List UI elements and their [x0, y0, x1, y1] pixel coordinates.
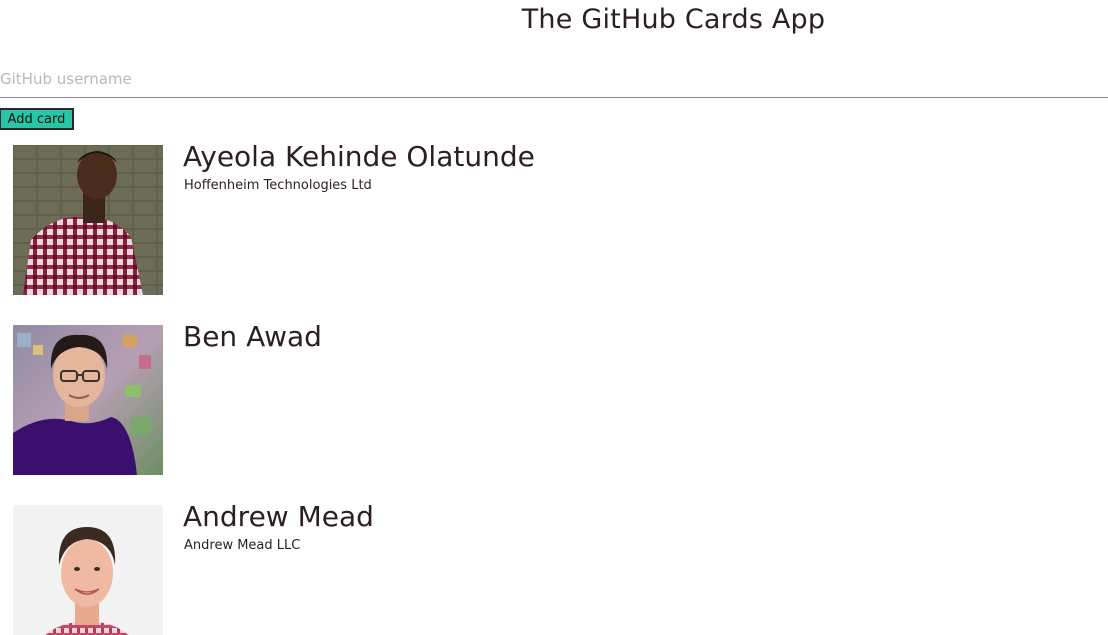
avatar: [13, 505, 163, 635]
card-company: Hoffenheim Technologies Ltd: [184, 178, 372, 193]
card-name: Andrew Mead: [183, 500, 374, 533]
card-name: Ayeola Kehinde Olatunde: [183, 140, 535, 173]
avatar: [13, 325, 163, 475]
github-cards-app: The GitHub Cards App Add card: [0, 0, 1108, 635]
add-card-button[interactable]: Add card: [0, 108, 74, 130]
profile-card: Andrew Mead Andrew Mead LLC: [13, 500, 1093, 635]
github-username-input[interactable]: [0, 60, 1108, 98]
app-header: The GitHub Cards App: [0, 0, 1108, 44]
app-title: The GitHub Cards App: [521, 4, 826, 35]
card-name: Ben Awad: [183, 320, 322, 353]
card-company: Andrew Mead LLC: [184, 538, 301, 553]
profile-card: Ayeola Kehinde Olatunde Hoffenheim Techn…: [13, 140, 1093, 295]
avatar-image: [13, 325, 163, 475]
profile-card: Ben Awad: [13, 320, 1093, 475]
avatar-image: [13, 505, 163, 635]
avatar: [13, 145, 163, 295]
avatar-image: [13, 145, 163, 295]
